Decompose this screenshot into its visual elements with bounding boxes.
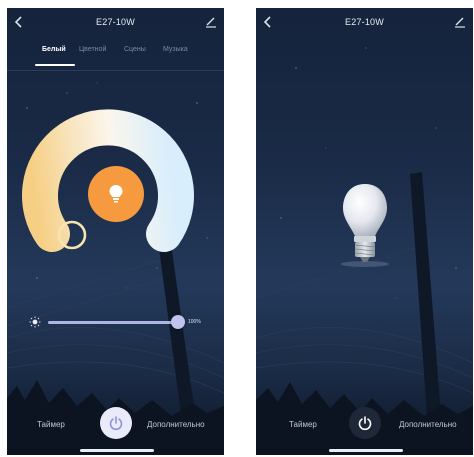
sun-icon xyxy=(29,316,41,328)
light-bulb-image xyxy=(341,184,389,267)
brightness-track[interactable] xyxy=(48,321,177,324)
timer-button[interactable]: Таймер xyxy=(37,420,65,429)
brightness-handle[interactable] xyxy=(171,315,185,329)
bulb-icon xyxy=(109,185,123,203)
bottom-bar: Таймер Дополнительно xyxy=(7,397,224,455)
bottom-bar: Таймер Дополнительно xyxy=(256,397,473,455)
home-indicator xyxy=(329,449,403,452)
power-icon xyxy=(358,416,372,431)
power-button[interactable] xyxy=(349,407,381,439)
color-temperature-wheel[interactable] xyxy=(7,8,224,455)
brightness-slider[interactable]: 100% xyxy=(7,314,224,330)
power-icon xyxy=(109,416,123,431)
more-button[interactable]: Дополнительно xyxy=(147,420,205,429)
bulb-control-screen-off: E27-10W Таймер Дополнительно xyxy=(256,8,473,455)
bulb-power-center[interactable] xyxy=(88,166,144,222)
brightness-value: 100% xyxy=(188,319,201,325)
timer-button[interactable]: Таймер xyxy=(289,420,317,429)
home-indicator xyxy=(80,449,154,452)
more-button[interactable]: Дополнительно xyxy=(399,420,457,429)
power-button[interactable] xyxy=(100,407,132,439)
bulb-control-screen-white: E27-10W Белый Цветной Сцены Музыка 100% … xyxy=(7,8,224,455)
